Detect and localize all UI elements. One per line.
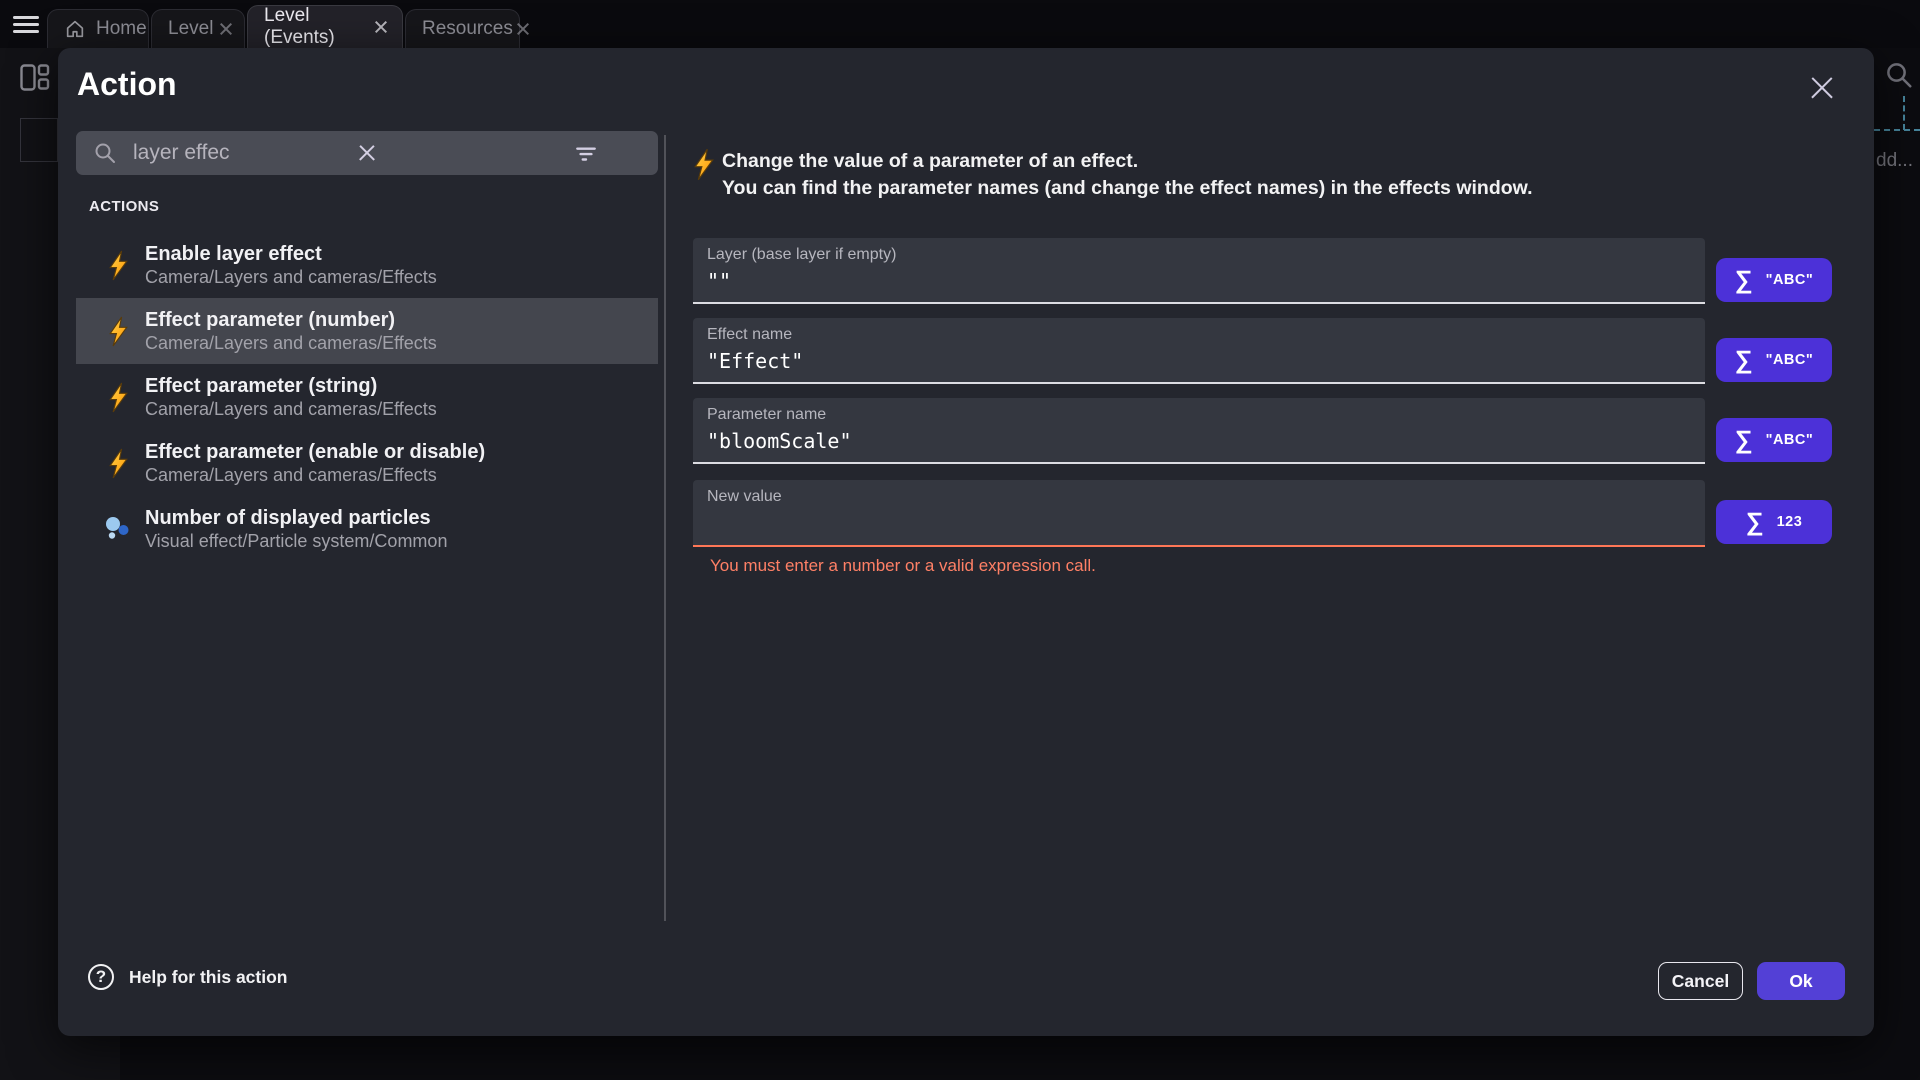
tab-level[interactable]: Level (151, 9, 245, 48)
drop-zone-border (1903, 96, 1905, 130)
expression-type-label: "ABC" (1766, 272, 1814, 288)
drop-zone-border (1874, 129, 1920, 131)
top-bar: Home Level Level (Events) Resources (0, 0, 1920, 48)
tab-resources[interactable]: Resources (405, 9, 520, 48)
list-item-enable-layer-effect[interactable]: Enable layer effect Camera/Layers and ca… (76, 232, 658, 298)
action-path: Visual effect/Particle system/Common (145, 530, 447, 553)
panels-icon (20, 64, 50, 92)
close-tab-icon[interactable] (223, 23, 228, 36)
sigma-icon: ∑ (1735, 268, 1753, 293)
cancel-button[interactable]: Cancel (1658, 962, 1743, 1000)
search-input[interactable] (133, 141, 558, 165)
home-icon (64, 18, 86, 40)
action-title: Effect parameter (number) (145, 308, 437, 332)
panel-divider (664, 135, 666, 921)
search-bar (76, 131, 658, 175)
tab-label: Level (168, 18, 213, 40)
lightning-icon (692, 148, 716, 181)
screen: Home Level Level (Events) Resources (0, 0, 1920, 1080)
lightning-icon (105, 250, 131, 281)
parameter-name-expression-button[interactable]: ∑ "ABC" (1716, 418, 1832, 462)
action-title: Effect parameter (enable or disable) (145, 440, 485, 464)
lightning-icon (105, 316, 131, 347)
field-label: Effect name (707, 326, 792, 344)
field-value: "bloomScale" (707, 429, 852, 453)
list-item-effect-parameter-string[interactable]: Effect parameter (string) Camera/Layers … (76, 364, 658, 430)
tab-label: Resources (422, 18, 513, 40)
tab-level-events[interactable]: Level (Events) (247, 5, 403, 48)
tab-label: Home (96, 18, 147, 40)
actions-section-header: ACTIONS (89, 198, 159, 215)
filter-icon[interactable] (571, 138, 601, 168)
effect-name-field[interactable]: Effect name "Effect" (693, 318, 1705, 384)
list-item-effect-parameter-number[interactable]: Effect parameter (number) Camera/Layers … (76, 298, 658, 364)
expression-type-label: "ABC" (1766, 432, 1814, 448)
tab-home[interactable]: Home (47, 9, 149, 48)
description-line: You can find the parameter names (and ch… (722, 175, 1533, 202)
sigma-icon: ∑ (1735, 428, 1753, 453)
new-value-field[interactable]: New value (693, 480, 1705, 547)
help-link[interactable]: ? Help for this action (88, 964, 287, 990)
action-path: Camera/Layers and cameras/Effects (145, 398, 437, 421)
tab-label: Level (Events) (264, 5, 365, 49)
dialog-close-icon[interactable] (1807, 73, 1837, 103)
list-item-effect-parameter-enable-disable[interactable]: Effect parameter (enable or disable) Cam… (76, 430, 658, 496)
action-title: Number of displayed particles (145, 506, 447, 530)
ok-button[interactable]: Ok (1757, 962, 1845, 1000)
field-value: "" (707, 269, 731, 293)
sigma-icon: ∑ (1735, 348, 1753, 373)
expression-type-label: 123 (1777, 514, 1803, 530)
action-dialog: Action ACTIONS Enable layer effect (58, 48, 1874, 1036)
action-path: Camera/Layers and cameras/Effects (145, 266, 437, 289)
action-title: Enable layer effect (145, 242, 437, 266)
background-button-fragment (20, 118, 58, 162)
new-value-expression-button[interactable]: ∑ 123 (1716, 500, 1832, 544)
description-line: Change the value of a parameter of an ef… (722, 148, 1533, 175)
layer-expression-button[interactable]: ∑ "ABC" (1716, 258, 1832, 302)
action-path: Camera/Layers and cameras/Effects (145, 332, 437, 355)
help-label: Help for this action (129, 967, 287, 988)
close-tab-icon[interactable] (375, 21, 386, 34)
lightning-icon (105, 382, 131, 413)
truncated-background-text: dd... (1876, 150, 1913, 172)
parameter-name-field[interactable]: Parameter name "bloomScale" (693, 398, 1705, 464)
expression-type-label: "ABC" (1766, 352, 1814, 368)
sigma-icon: ∑ (1746, 510, 1764, 535)
layer-field[interactable]: Layer (base layer if empty) "" (693, 238, 1705, 304)
search-icon[interactable] (1884, 60, 1914, 90)
validation-error: You must enter a number or a valid expre… (710, 556, 1096, 576)
menu-icon[interactable] (13, 16, 39, 33)
clear-search-icon[interactable] (614, 138, 644, 168)
field-label: New value (707, 488, 782, 506)
action-description: Change the value of a parameter of an ef… (722, 148, 1533, 202)
field-label: Parameter name (707, 406, 826, 424)
search-icon (90, 138, 120, 168)
help-icon: ? (88, 964, 114, 990)
field-label: Layer (base layer if empty) (707, 246, 896, 264)
list-item-number-of-displayed-particles[interactable]: Number of displayed particles Visual eff… (76, 496, 658, 562)
lightning-icon (105, 448, 131, 479)
action-title: Effect parameter (string) (145, 374, 437, 398)
action-path: Camera/Layers and cameras/Effects (145, 464, 485, 487)
dialog-title: Action (77, 66, 177, 103)
action-list: Enable layer effect Camera/Layers and ca… (76, 232, 658, 562)
field-value: "Effect" (707, 349, 803, 373)
particles-icon (105, 516, 131, 542)
effect-name-expression-button[interactable]: ∑ "ABC" (1716, 338, 1832, 382)
